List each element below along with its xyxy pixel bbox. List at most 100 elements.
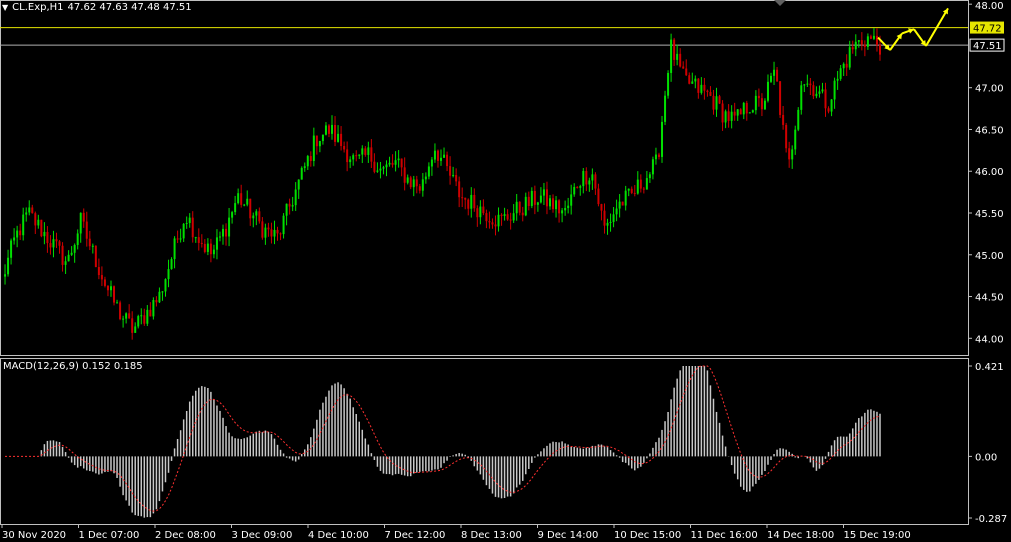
forecast-arrows <box>877 7 949 51</box>
candle-body <box>848 47 851 68</box>
triangle-down-icon[interactable]: ▼ <box>2 3 8 12</box>
candle-body <box>321 134 324 142</box>
chart-shift-marker <box>774 0 786 6</box>
candle-body <box>352 155 355 160</box>
price-pane-frame <box>0 0 969 356</box>
candle-body <box>222 228 225 237</box>
candle-body <box>315 135 318 147</box>
candle-body <box>255 211 258 216</box>
candle-body <box>188 217 191 223</box>
time-axis-label: 11 Dec 16:00 <box>691 530 758 541</box>
candle-body <box>164 279 167 292</box>
candle-body <box>155 300 158 303</box>
candle-body <box>125 313 128 319</box>
candle-body <box>430 159 433 167</box>
candle-body <box>161 291 164 293</box>
candle-body <box>794 129 797 150</box>
candle-body <box>394 160 397 165</box>
candle-body <box>412 179 415 188</box>
candle-body <box>409 177 412 188</box>
candle-body <box>173 238 176 260</box>
candle-body <box>724 111 727 123</box>
candle-body <box>836 78 839 81</box>
candle-body <box>191 217 194 238</box>
candle-body <box>388 162 391 165</box>
candle-body <box>863 44 866 47</box>
candle-body <box>797 109 800 130</box>
candle-body <box>273 229 276 237</box>
candle-body <box>306 156 309 167</box>
candle-body <box>58 241 61 246</box>
candle-body <box>533 190 536 205</box>
candle-body <box>55 239 58 242</box>
candle-body <box>470 194 473 209</box>
candle-body <box>97 267 100 276</box>
candle-body <box>70 252 73 255</box>
candle-body <box>343 146 346 150</box>
candle-body <box>143 315 146 324</box>
candle-body <box>228 217 231 237</box>
candle-body <box>664 95 667 122</box>
candle-body <box>22 214 25 236</box>
candle-body <box>809 83 812 86</box>
candle-body <box>706 90 709 93</box>
candle-body <box>467 199 470 209</box>
price-chart[interactable]: 48.00 47.72 47.51 47.00 46.50 46.00 45.50 45.00… <box>0 0 1011 542</box>
candle-body <box>648 174 651 179</box>
candle-body <box>149 309 152 317</box>
candle-body <box>331 124 334 134</box>
candle-body <box>624 190 627 206</box>
candle-body <box>346 149 349 163</box>
candle-body <box>570 194 573 206</box>
candle-body <box>479 206 482 218</box>
candle-body <box>770 75 773 82</box>
candle-body <box>364 148 367 155</box>
macd-indicator-label: MACD(12,26,9) 0.152 0.185 <box>3 361 143 372</box>
candle-body <box>627 188 630 191</box>
candle-body <box>152 300 155 317</box>
candle-body <box>391 162 394 165</box>
candle-body <box>309 156 312 161</box>
macd-signal-line <box>5 365 881 512</box>
candle-body <box>119 302 122 320</box>
candle-body <box>727 111 730 121</box>
candle-body <box>779 81 782 115</box>
candle-body <box>276 229 279 234</box>
candle-body <box>252 215 255 219</box>
candle-body <box>209 243 212 255</box>
candle-body <box>43 231 46 237</box>
candle-body <box>588 180 591 185</box>
candle-body <box>373 161 376 172</box>
candle-body <box>721 103 724 123</box>
candle-body <box>215 237 218 250</box>
candle-body <box>318 141 321 147</box>
candle-body <box>376 170 379 172</box>
time-axis-label: 7 Dec 12:00 <box>385 530 446 541</box>
candle-body <box>618 201 621 209</box>
price-axis-label: 45.50 <box>975 209 1004 220</box>
candle-body <box>500 214 503 216</box>
candle-body <box>433 150 436 160</box>
candle-body <box>594 174 597 189</box>
macd-axis-label: -0.287 <box>975 514 1007 525</box>
candle-body <box>240 193 243 205</box>
candle-body <box>845 63 848 68</box>
candle-body <box>440 157 442 161</box>
candle-body <box>436 150 439 161</box>
candle-body <box>34 213 37 226</box>
candle-body <box>536 202 539 205</box>
candle-body <box>694 78 697 82</box>
candle-body <box>31 207 34 214</box>
candle-body <box>869 36 872 39</box>
candle-body <box>446 154 449 167</box>
candle-body <box>760 98 763 110</box>
candle-body <box>424 176 427 180</box>
candle-body <box>754 95 757 111</box>
candle-body <box>815 93 818 97</box>
candle-body <box>773 69 776 76</box>
candle-body <box>461 197 464 199</box>
candle-body <box>225 228 228 237</box>
candle-body <box>267 227 270 230</box>
candle-body <box>40 219 43 237</box>
candle-body <box>651 159 654 175</box>
